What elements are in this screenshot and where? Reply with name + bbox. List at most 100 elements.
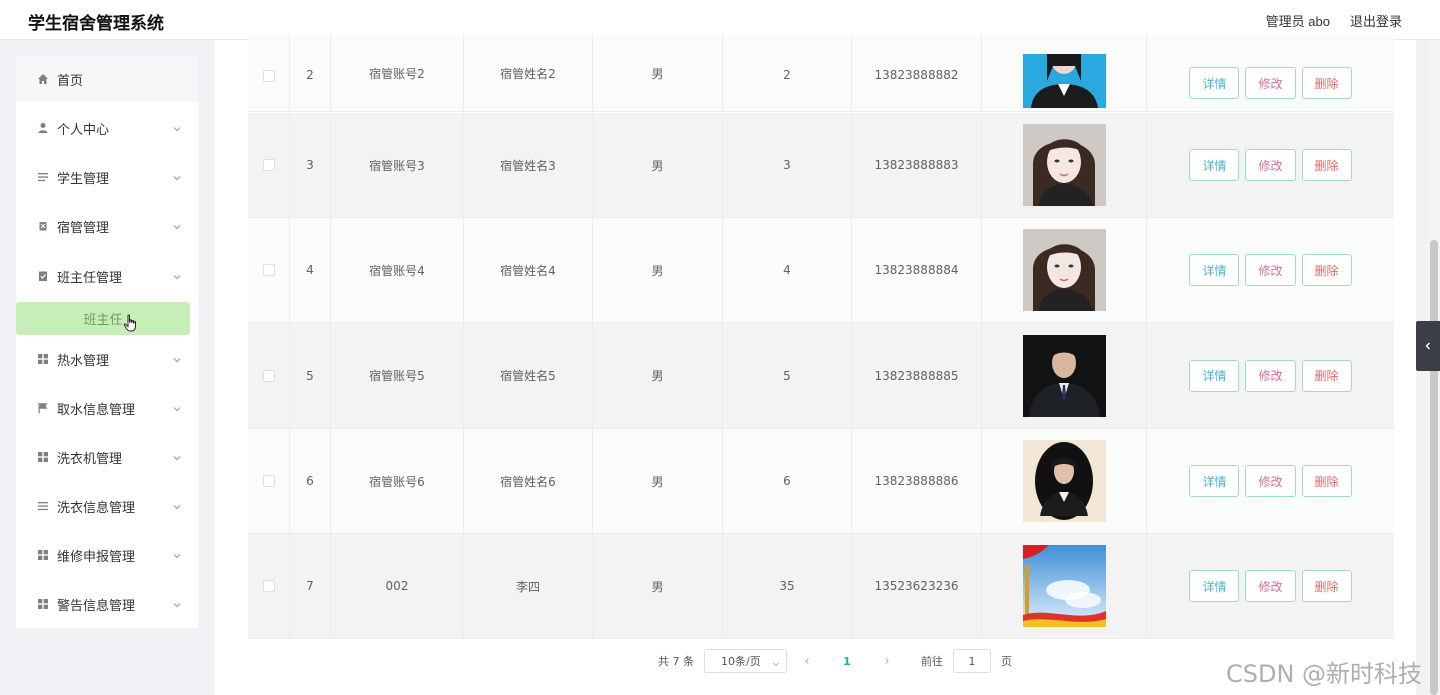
table-row: 5 宿管账号5 宿管姓名5 男 5 13823888885 详情 修改 删除 xyxy=(248,323,1394,429)
avatar-photo xyxy=(1022,334,1106,417)
sidebar-item-washing-machine-management[interactable]: 洗衣机管理 xyxy=(16,434,198,480)
table-row: 3 宿管账号3 宿管姓名3 男 3 13823888883 详情 修改 删除 xyxy=(248,113,1394,218)
chevron-down-icon xyxy=(772,658,780,667)
table-row: 7 002 李四男 35 13523623236 详情 修改 删除 xyxy=(248,534,1394,639)
chevron-down-icon xyxy=(172,221,182,231)
delete-button[interactable]: 删除 xyxy=(1301,465,1352,497)
edit-button[interactable]: 修改 xyxy=(1245,359,1296,392)
page-size-value: 10条/页 xyxy=(721,655,761,668)
cell-gender: 男 xyxy=(593,218,723,322)
checkbox-cell xyxy=(248,429,290,533)
edit-button[interactable]: 修改 xyxy=(1245,254,1296,286)
edit-button[interactable]: 修改 xyxy=(1245,67,1296,99)
delete-button[interactable]: 删除 xyxy=(1301,254,1352,286)
page-size-select[interactable]: 10条/页 xyxy=(704,649,787,673)
cell-index: 2 xyxy=(290,34,331,111)
actions-cell: 详情 修改 删除 xyxy=(1147,534,1394,638)
cell-phone: 13823888883 xyxy=(852,113,982,217)
row-checkbox[interactable] xyxy=(262,159,275,171)
table-row: 2 宿管账号2 宿管姓名2 男 2 13823888882 详情 修改 删除 xyxy=(248,34,1394,112)
cell-index: 3 xyxy=(290,113,331,217)
actions-cell: 详情 修改 删除 xyxy=(1147,218,1394,322)
sidebar-item-laundry-info-management[interactable]: 洗衣信息管理 xyxy=(16,483,198,529)
sidebar-item-home[interactable]: 首页 xyxy=(16,56,198,102)
avatar-photo xyxy=(1022,545,1106,627)
row-checkbox[interactable] xyxy=(262,369,275,382)
cell-num: 4 xyxy=(723,218,852,322)
sidebar-item-head-teacher-management[interactable]: 班主任管理 xyxy=(16,253,198,299)
collapse-panel-button[interactable] xyxy=(1416,321,1440,371)
cell-account: 宿管账号2 xyxy=(331,34,464,111)
chevron-left-icon xyxy=(1425,342,1430,350)
sidebar-item-label: 宿管管理 xyxy=(57,220,110,236)
cell-gender: 男 xyxy=(593,534,723,638)
actions-cell: 详情 修改 删除 xyxy=(1147,429,1394,533)
scrollbar-thumb[interactable] xyxy=(1430,240,1438,695)
sidebar-item-repair-report-management[interactable]: 维修申报管理 xyxy=(16,532,198,578)
detail-button[interactable]: 详情 xyxy=(1189,149,1240,181)
list-icon xyxy=(37,500,49,512)
sidebar-item-label: 首页 xyxy=(57,73,84,89)
current-user: 管理员 abo xyxy=(1265,14,1330,29)
checkbox-cell xyxy=(248,34,290,111)
grid-icon xyxy=(37,353,49,365)
detail-button[interactable]: 详情 xyxy=(1189,67,1240,99)
cell-name: 宿管姓名2 xyxy=(464,34,593,111)
sidebar-item-water-info-management[interactable]: 取水信息管理 xyxy=(16,385,198,431)
chevron-down-icon xyxy=(172,599,182,609)
cell-account: 宿管账号5 xyxy=(331,323,464,428)
sidebar-item-dorm-manager-management[interactable]: 宿管管理 xyxy=(16,203,198,249)
actions-cell: 详情 修改 删除 xyxy=(1147,34,1394,111)
row-checkbox[interactable] xyxy=(262,580,275,592)
sidebar-item-warning-info-management[interactable]: 警告信息管理 xyxy=(16,581,198,627)
cell-index: 5 xyxy=(290,323,331,428)
cell-num: 6 xyxy=(723,429,852,533)
clipboard-check-icon xyxy=(37,270,49,282)
sidebar-item-hot-water-management[interactable]: 热水管理 xyxy=(16,336,198,382)
row-checkbox[interactable] xyxy=(262,475,275,487)
delete-button[interactable]: 删除 xyxy=(1301,149,1352,181)
cell-index: 6 xyxy=(290,429,331,533)
sidebar-item-label: 热水管理 xyxy=(57,353,110,369)
sidebar-item-label: 洗衣信息管理 xyxy=(57,500,136,516)
actions-cell: 详情 修改 删除 xyxy=(1147,113,1394,217)
total-count: 共 7 条 xyxy=(658,655,694,668)
row-checkbox[interactable] xyxy=(262,70,275,82)
cell-index: 4 xyxy=(290,218,331,322)
home-icon xyxy=(37,73,49,85)
detail-button[interactable]: 详情 xyxy=(1189,359,1240,392)
watermark-text: CSDN @新时科技 xyxy=(1226,660,1423,688)
delete-button[interactable]: 删除 xyxy=(1301,359,1352,392)
actions-cell: 详情 修改 删除 xyxy=(1147,323,1394,428)
logout-link[interactable]: 退出登录 xyxy=(1350,11,1402,30)
goto-page-input[interactable]: 1 xyxy=(953,649,991,673)
cell-account: 宿管账号3 xyxy=(331,113,464,217)
sidebar-item-label: 班主任管理 xyxy=(57,270,123,286)
cell-gender: 男 xyxy=(593,323,723,428)
list-icon xyxy=(37,171,49,183)
table-row: 6 宿管账号6 宿管姓名6 男 6 13823888886 详情 修改 删除 xyxy=(248,429,1394,534)
edit-button[interactable]: 修改 xyxy=(1245,465,1296,497)
detail-button[interactable]: 详情 xyxy=(1189,465,1240,497)
sidebar-item-student-management[interactable]: 学生管理 xyxy=(16,154,198,200)
photo-cell xyxy=(982,113,1147,217)
next-page-button[interactable]: › xyxy=(877,654,897,669)
current-page-number[interactable]: 1 xyxy=(827,655,867,668)
edit-button[interactable]: 修改 xyxy=(1245,149,1296,181)
delete-button[interactable]: 删除 xyxy=(1301,570,1352,602)
delete-button[interactable]: 删除 xyxy=(1301,67,1352,99)
goto-label: 前往 xyxy=(921,655,943,668)
edit-button[interactable]: 修改 xyxy=(1245,570,1296,602)
detail-button[interactable]: 详情 xyxy=(1189,254,1240,286)
row-checkbox[interactable] xyxy=(262,264,275,276)
photo-cell xyxy=(982,218,1147,322)
detail-button[interactable]: 详情 xyxy=(1189,570,1240,602)
cell-account: 宿管账号6 xyxy=(331,429,464,533)
sidebar-item-personal-center[interactable]: 个人中心 xyxy=(16,105,198,151)
table-row: 4 宿管账号4 宿管姓名4 男 4 13823888884 详情 修改 删除 xyxy=(248,218,1394,323)
photo-cell xyxy=(982,323,1147,428)
cell-gender: 男 xyxy=(593,34,723,111)
sidebar-subitem-head-teacher[interactable]: 班主任 xyxy=(16,302,190,335)
checkbox-cell xyxy=(248,323,290,428)
prev-page-button[interactable]: ‹ xyxy=(797,654,817,669)
